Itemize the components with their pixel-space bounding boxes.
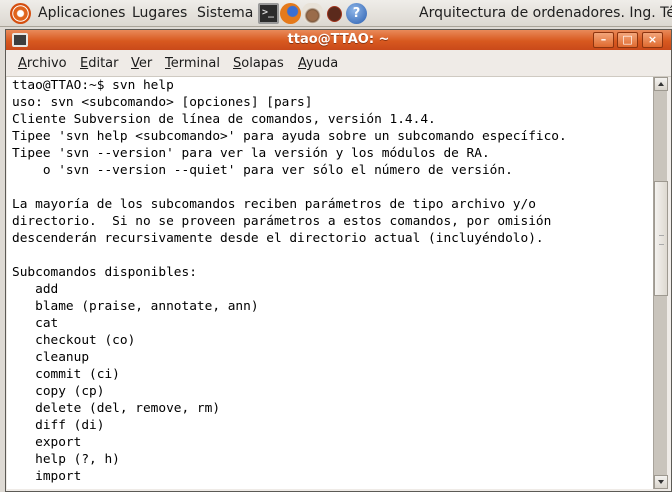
terminal-line: add: [12, 282, 59, 297]
terminal-line: descenderán recursivamente desde el dire…: [12, 231, 544, 246]
ubuntu-logo-icon[interactable]: [10, 3, 31, 24]
taskbar-window-button[interactable]: Arquitectura de ordenadores. Ing. Técnic: [419, 0, 672, 27]
close-button[interactable]: ×: [642, 32, 663, 48]
terminal-icon[interactable]: [258, 3, 279, 24]
terminal-line: directorio. Si no se proveen parámetros …: [12, 214, 552, 229]
terminal-line: Tipee 'svn help <subcomando>' para ayuda…: [12, 129, 567, 144]
window-title: ttao@TTAO: ~: [287, 32, 390, 47]
terminal-line: copy (cp): [12, 384, 105, 399]
scroll-up-arrow-icon[interactable]: [654, 77, 668, 91]
top-panel: Aplicaciones Lugares Sistema ? Arquitect…: [0, 0, 672, 27]
terminal-line: cleanup: [12, 350, 90, 365]
terminal-text: ttao@TTAO:~$ svn help uso: svn <subcomand…: [12, 77, 567, 485]
terminal-line: checkout (co): [12, 333, 136, 348]
firefox-icon[interactable]: [280, 3, 301, 24]
menu-archivo[interactable]: Archivo: [18, 50, 67, 77]
maximize-button[interactable]: □: [617, 32, 638, 48]
places-menu[interactable]: Lugares: [132, 0, 187, 27]
terminal-line: blame (praise, annotate, ann): [12, 299, 259, 314]
terminal-line: uso: svn <subcomando> [opciones] [pars]: [12, 95, 313, 110]
terminal-line: help (?, h): [12, 452, 120, 467]
applications-menu[interactable]: Aplicaciones: [38, 0, 125, 27]
grip-icon: [659, 235, 664, 245]
gimp-icon[interactable]: [302, 3, 323, 24]
menubar: Archivo Editar Ver Terminal Solapas Ayud…: [6, 50, 671, 77]
menu-ayuda[interactable]: Ayuda: [298, 50, 338, 77]
vertical-scrollbar[interactable]: [653, 77, 668, 489]
scroll-down-arrow-icon[interactable]: [654, 475, 668, 489]
menu-ver[interactable]: Ver: [131, 50, 152, 77]
menu-editar[interactable]: Editar: [80, 50, 119, 77]
terminal-line: ttao@TTAO:~$ svn help: [12, 78, 174, 93]
menu-terminal[interactable]: Terminal: [165, 50, 220, 77]
terminal-line: cat: [12, 316, 59, 331]
terminal-line: delete (del, remove, rm): [12, 401, 221, 416]
terminal-line: diff (di): [12, 418, 105, 433]
help-icon[interactable]: ?: [346, 3, 367, 24]
terminal-line: Tipee 'svn --version' para ver la versió…: [12, 146, 490, 161]
scrollbar-thumb[interactable]: [654, 181, 668, 296]
terminal-line: import: [12, 469, 82, 484]
menu-solapas[interactable]: Solapas: [233, 50, 284, 77]
terminal-line: export: [12, 435, 82, 450]
system-menu[interactable]: Sistema: [197, 0, 253, 27]
terminal-output[interactable]: ttao@TTAO:~$ svn help uso: svn <subcomand…: [7, 77, 653, 489]
terminal-line: Cliente Subversion de línea de comandos,…: [12, 112, 436, 127]
terminal-window: ttao@TTAO: ~ – □ × Archivo Editar Ver Te…: [5, 29, 672, 492]
minimize-button[interactable]: –: [593, 32, 614, 48]
terminal-line: La mayoría de los subcomandos reciben pa…: [12, 197, 536, 212]
terminal-line: commit (ci): [12, 367, 120, 382]
bug-icon[interactable]: [324, 3, 345, 24]
window-titlebar[interactable]: ttao@TTAO: ~ – □ ×: [6, 30, 671, 50]
terminal-line: o 'svn --version --quiet' para ver sólo …: [12, 163, 513, 178]
terminal-line: Subcomandos disponibles:: [12, 265, 197, 280]
